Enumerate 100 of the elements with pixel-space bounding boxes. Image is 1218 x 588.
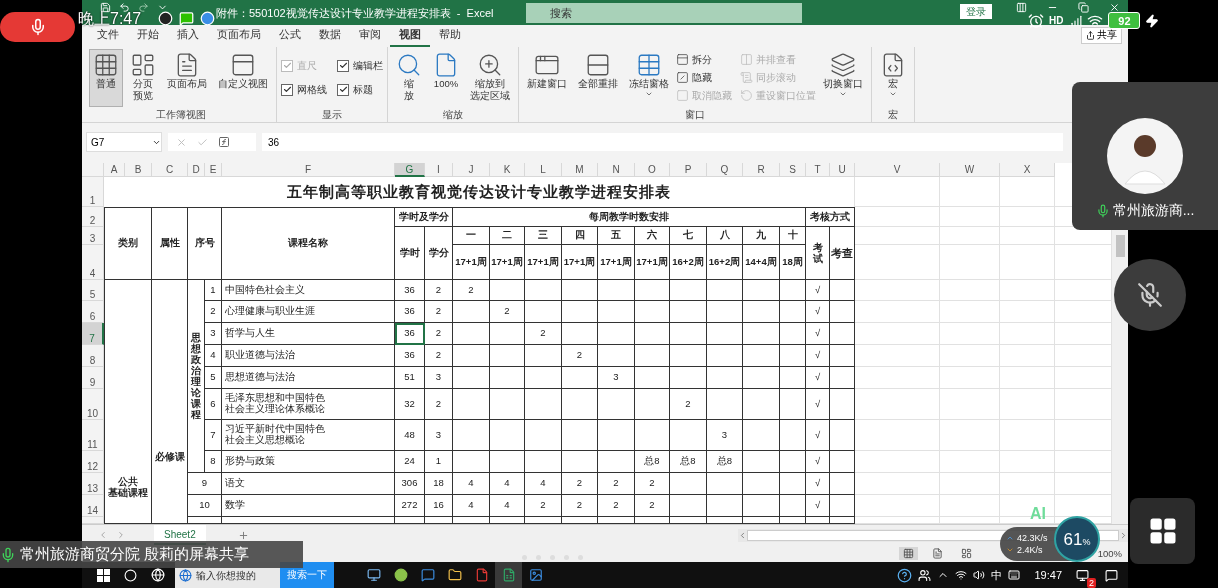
ribbon-button[interactable]: 拆分: [676, 50, 732, 69]
scroll-left-icon[interactable]: [738, 530, 747, 540]
column-header[interactable]: O: [635, 163, 670, 178]
monitor-icon[interactable]: [366, 568, 381, 582]
input-method[interactable]: 中: [991, 567, 1003, 583]
column-header[interactable]: C: [152, 163, 188, 178]
table-cell[interactable]: 272: [395, 495, 425, 518]
row-header[interactable]: 4: [82, 245, 104, 281]
ribbon-button[interactable]: 自定义视图: [214, 48, 272, 107]
layout-button[interactable]: [1130, 498, 1195, 564]
share-button[interactable]: 共享: [1081, 26, 1122, 44]
image-icon[interactable]: [528, 568, 543, 582]
row-header[interactable]: 9: [82, 367, 104, 390]
ribbon-button[interactable]: 冻结窗格: [625, 48, 673, 107]
table-cell[interactable]: 36: [395, 280, 425, 302]
row-header[interactable]: 2: [82, 207, 104, 228]
name-box[interactable]: G7: [86, 132, 162, 153]
column-header[interactable]: Q: [707, 163, 743, 178]
column-header[interactable]: F: [222, 163, 395, 178]
table-cell[interactable]: 306: [395, 473, 425, 496]
close-icon[interactable]: [1109, 2, 1120, 13]
row-header[interactable]: 1: [82, 177, 104, 208]
spreadsheet-icon[interactable]: [501, 568, 516, 582]
scrollbar-thumb[interactable]: [1115, 235, 1125, 258]
keyboard-icon[interactable]: [1008, 569, 1021, 581]
column-header[interactable]: T: [806, 163, 830, 178]
ribbon-button[interactable]: 宏: [876, 48, 910, 107]
ribbon-tab[interactable]: 帮助: [430, 26, 470, 47]
ribbon-button[interactable]: 隐藏: [676, 68, 732, 87]
action-center-icon[interactable]: [1105, 568, 1118, 582]
column-header[interactable]: N: [598, 163, 635, 178]
notification-icon[interactable]: [1076, 568, 1089, 582]
ribbon-button[interactable]: 分页 预览: [126, 48, 160, 107]
table-cell[interactable]: 36: [395, 301, 425, 324]
row-header[interactable]: 10: [82, 389, 104, 421]
sign-in-button[interactable]: 登录: [960, 4, 992, 19]
ribbon-tab[interactable]: 文件: [88, 26, 128, 47]
column-header[interactable]: A: [104, 163, 125, 178]
column-header[interactable]: D: [188, 163, 205, 178]
row-header[interactable]: 7: [82, 323, 104, 346]
undo-icon[interactable]: [119, 2, 130, 13]
add-sheet-icon[interactable]: [237, 529, 249, 541]
table-cell[interactable]: 48: [395, 420, 425, 452]
row-header[interactable]: 13: [82, 473, 104, 496]
column-header[interactable]: W: [940, 163, 1000, 178]
ribbon-button[interactable]: 页面布局: [163, 48, 211, 107]
table-cell[interactable]: 51: [395, 367, 425, 390]
column-header[interactable]: E: [205, 163, 222, 178]
column-header[interactable]: R: [743, 163, 780, 178]
ribbon-tab[interactable]: 公式: [270, 26, 310, 47]
column-header[interactable]: V: [855, 163, 940, 178]
column-header[interactable]: L: [525, 163, 562, 178]
ribbon-tab[interactable]: 开始: [128, 26, 168, 47]
ribbon-tab[interactable]: 数据: [310, 26, 350, 47]
row-header[interactable]: 5: [82, 280, 104, 302]
globe-icon[interactable]: [150, 568, 165, 582]
table-cell[interactable]: 36: [395, 345, 425, 368]
round-app-icon[interactable]: [393, 568, 408, 582]
function-icon[interactable]: [218, 136, 230, 149]
column-header[interactable]: P: [670, 163, 707, 178]
ribbon-display-icon[interactable]: [1016, 2, 1027, 13]
table-cell[interactable]: 36: [395, 323, 425, 346]
column-header[interactable]: U: [830, 163, 855, 178]
formula-field[interactable]: 36: [262, 133, 1063, 152]
checkbox[interactable]: 网格线: [281, 78, 327, 101]
ribbon-button[interactable]: 100%: [429, 48, 463, 107]
people-icon[interactable]: [918, 568, 932, 582]
table-cell[interactable]: 32: [395, 389, 425, 421]
column-header[interactable]: B: [125, 163, 152, 178]
checkbox[interactable]: 编辑栏: [337, 54, 383, 77]
ribbon-button[interactable]: 全部重排: [574, 48, 622, 107]
column-header[interactable]: J: [453, 163, 490, 178]
column-header[interactable]: S: [780, 163, 806, 178]
folder-icon[interactable]: [447, 568, 462, 582]
ribbon-tab[interactable]: 审阅: [350, 26, 390, 47]
checkbox[interactable]: 标题: [337, 78, 383, 101]
normal-view-button[interactable]: [898, 547, 918, 561]
redo-icon[interactable]: [138, 2, 149, 13]
help-icon[interactable]: [897, 567, 913, 583]
chat-app-icon[interactable]: [420, 568, 435, 582]
pdf-icon[interactable]: [474, 568, 489, 582]
ribbon-tab[interactable]: 插入: [168, 26, 208, 47]
column-header[interactable]: X: [1000, 163, 1055, 178]
ribbon-button[interactable]: 缩放到 选定区域: [466, 48, 514, 107]
row-header[interactable]: 3: [82, 227, 104, 246]
recording-indicator[interactable]: [0, 12, 75, 42]
column-header[interactable]: K: [490, 163, 525, 178]
windows-logo-icon[interactable]: [97, 568, 110, 582]
row-header[interactable]: 6: [82, 301, 104, 324]
row-header[interactable]: 8: [82, 345, 104, 368]
ribbon-tab[interactable]: 页面布局: [208, 26, 270, 47]
row-header[interactable]: 11: [82, 420, 104, 452]
cortana-icon[interactable]: [124, 568, 137, 582]
ribbon-button[interactable]: 新建窗口: [523, 48, 571, 107]
table-cell[interactable]: 24: [395, 451, 425, 474]
row-header[interactable]: 14: [82, 495, 104, 518]
network-icon[interactable]: [955, 569, 968, 581]
ribbon-button[interactable]: 缩 放: [392, 48, 426, 107]
column-header[interactable]: M: [562, 163, 598, 178]
volume-icon[interactable]: [973, 569, 986, 581]
